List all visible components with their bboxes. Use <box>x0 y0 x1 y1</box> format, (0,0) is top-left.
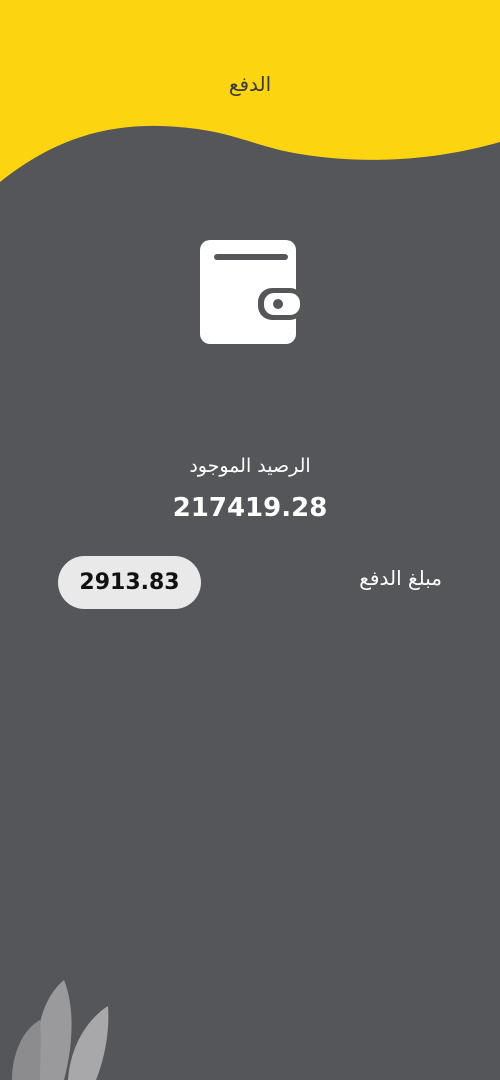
wallet-icon <box>200 240 302 344</box>
balance-label: الرصيد الموجود <box>189 455 311 477</box>
payment-amount-field[interactable]: 2913.83 <box>58 556 201 609</box>
page-title: الدفع <box>228 72 272 96</box>
balance-value: 217419.28 <box>172 493 328 523</box>
payment-amount-label: مبلغ الدفع <box>359 566 442 590</box>
leaf-icon <box>12 980 109 1080</box>
payment-amount-value: 2913.83 <box>79 570 180 595</box>
header-wave <box>0 0 500 182</box>
